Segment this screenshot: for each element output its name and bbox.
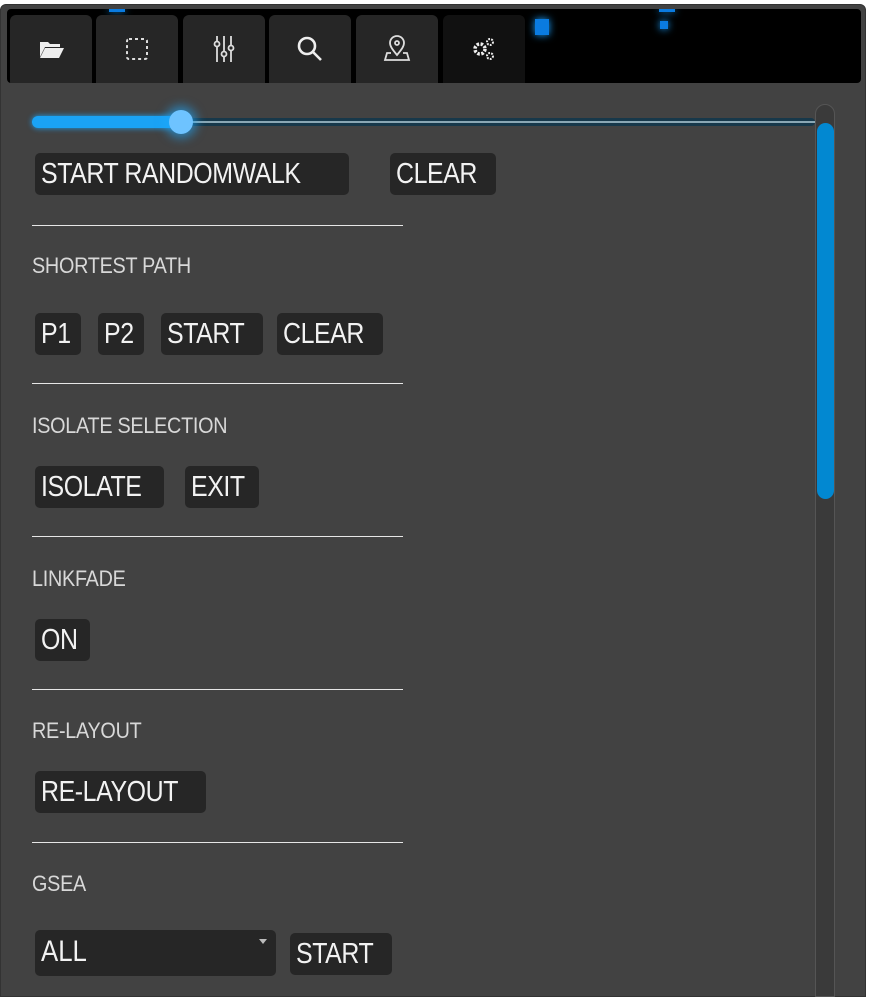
divider: [32, 383, 403, 384]
slider-thumb[interactable]: [168, 110, 193, 134]
button-label: RE-LAYOUT: [41, 776, 179, 808]
button-label: START: [167, 318, 245, 350]
p2-button[interactable]: P2: [98, 313, 145, 355]
vertical-scrollbar[interactable]: [815, 104, 835, 997]
start-shortest-path-button[interactable]: START: [161, 313, 263, 355]
section-title-gsea: GSEA: [32, 871, 86, 896]
divider: [32, 689, 403, 690]
section-title-isolate: ISOLATE SELECTION: [32, 413, 228, 438]
clear-shortest-path-button[interactable]: CLEAR: [277, 313, 384, 355]
button-label: EXIT: [191, 471, 245, 503]
exit-isolate-button[interactable]: EXIT: [185, 466, 260, 508]
linkfade-toggle-button[interactable]: ON: [35, 619, 90, 661]
section-title-linkfade: LINKFADE: [32, 566, 126, 591]
button-label: ON: [41, 624, 78, 656]
graph-node-decoration: [660, 21, 668, 29]
gears-icon: [473, 38, 494, 60]
button-label: START: [296, 938, 374, 970]
tab-search[interactable]: [269, 15, 351, 83]
p1-button[interactable]: P1: [35, 313, 82, 355]
relayout-button[interactable]: RE-LAYOUT: [35, 771, 207, 813]
clear-randomwalk-button[interactable]: CLEAR: [390, 153, 497, 195]
toolbar: [7, 9, 861, 83]
start-gsea-button[interactable]: START: [290, 933, 392, 975]
divider: [32, 536, 403, 537]
button-label: CLEAR: [283, 318, 365, 350]
button-label: P1: [41, 318, 71, 350]
tab-settings[interactable]: [443, 15, 525, 83]
gsea-select[interactable]: ALL: [35, 930, 276, 976]
sliders-icon: [213, 36, 235, 62]
search-icon: [297, 36, 322, 61]
folder-open-icon: [40, 42, 64, 58]
section-title-relayout: RE-LAYOUT: [32, 718, 142, 743]
graph-node-decoration: [109, 9, 125, 12]
graph-node-decoration: [659, 9, 675, 12]
select-value: ALL: [41, 935, 87, 968]
scrollbar-thumb[interactable]: [817, 123, 834, 499]
tab-filters[interactable]: [183, 15, 265, 83]
tab-selection[interactable]: [96, 15, 178, 83]
divider: [32, 225, 403, 226]
slider-fill: [32, 116, 181, 128]
tab-open-file[interactable]: [10, 15, 92, 83]
divider: [32, 842, 403, 843]
selection-icon: [126, 38, 148, 60]
tab-location[interactable]: [356, 15, 438, 83]
section-title-shortest-path: SHORTEST PATH: [32, 253, 191, 278]
isolate-button[interactable]: ISOLATE: [35, 466, 164, 508]
range-slider[interactable]: [32, 110, 815, 134]
button-label: P2: [104, 318, 134, 350]
caret-down-icon: [259, 939, 267, 944]
start-randomwalk-button[interactable]: START RANDOMWALK: [35, 153, 349, 195]
button-label: ISOLATE: [41, 471, 142, 503]
graph-node-decoration: [535, 19, 549, 35]
button-label: CLEAR: [396, 158, 478, 190]
map-pin-icon: [383, 35, 411, 61]
button-label: START RANDOMWALK: [41, 158, 301, 190]
